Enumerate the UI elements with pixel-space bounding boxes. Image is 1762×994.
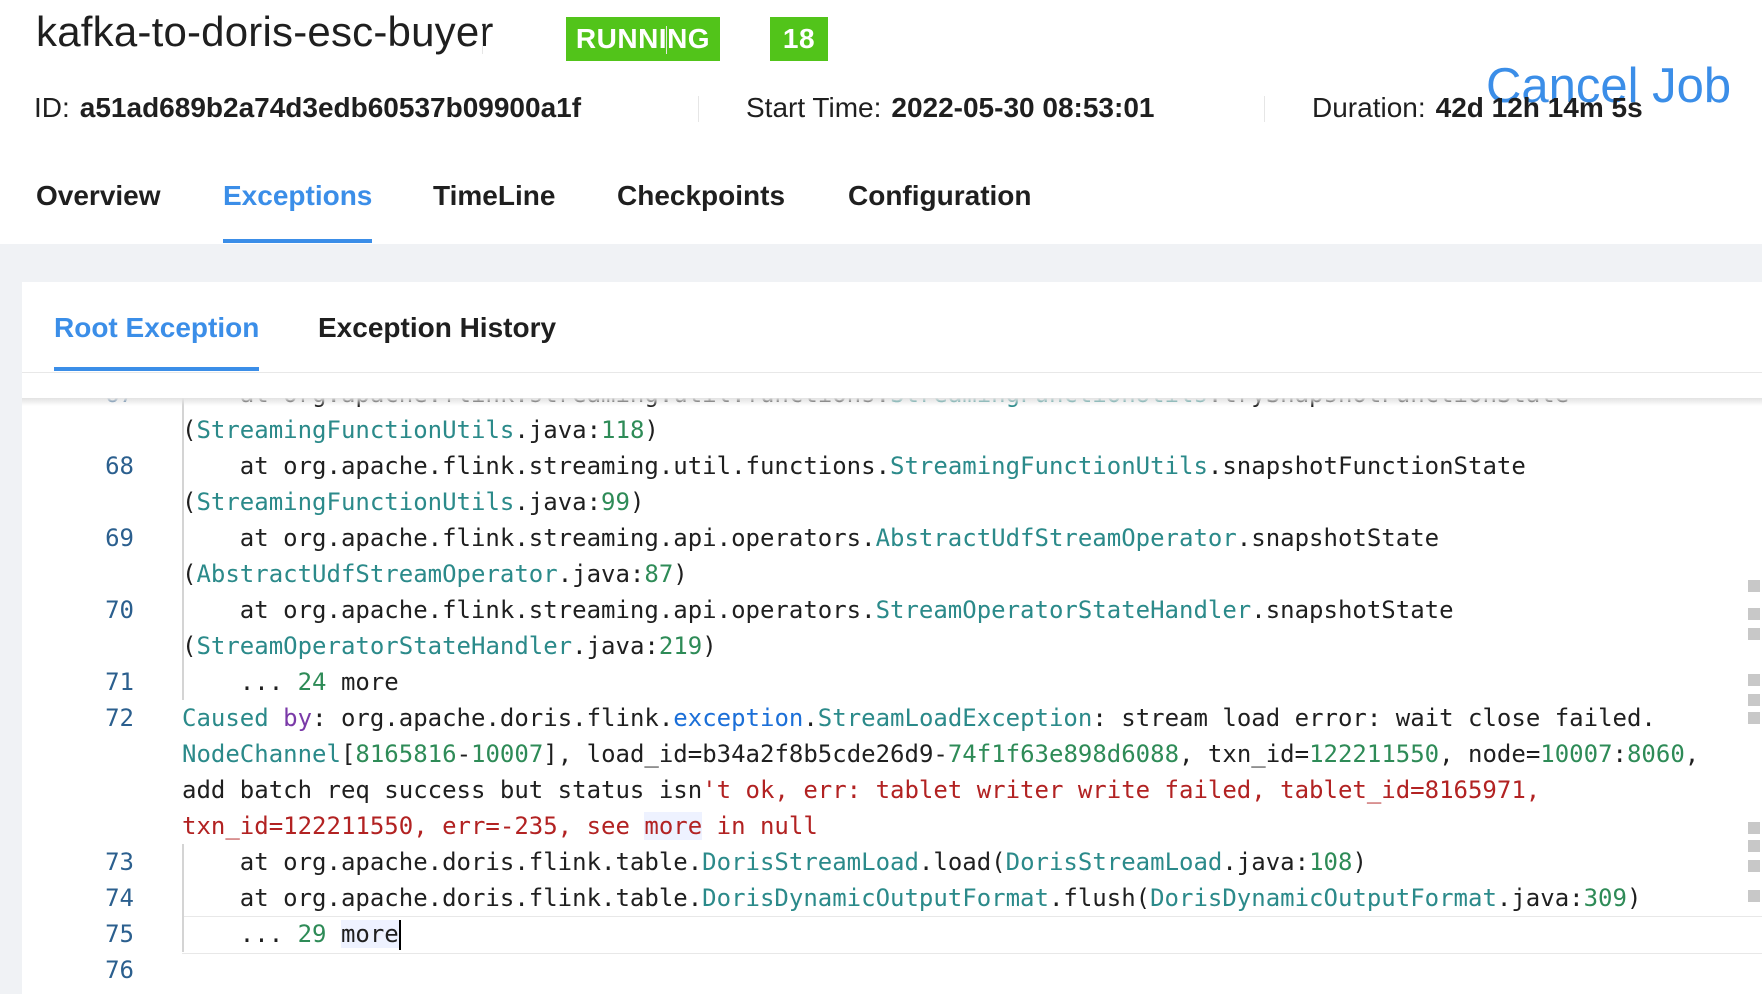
duration-label: Duration: [1312,92,1426,123]
line-number: 71 [105,668,134,696]
editor-scroll-shadow [22,398,1762,406]
tab-exceptions[interactable]: Exceptions [223,180,373,244]
line-number: 75 [105,920,134,948]
job-id: ID: a51ad689b2a74d3edb60537b09900a1f [34,92,581,124]
divider [1264,96,1265,122]
job-id-label: ID: [34,92,70,123]
line-number: 73 [105,848,134,876]
code-line: 68 at org.apache.flink.streaming.util.fu… [22,448,1762,520]
code-line: 72 Caused by: org.apache.doris.flink.exce… [22,700,1762,844]
code-text: ... 29 more [182,920,401,950]
tab-overview[interactable]: Overview [36,180,161,244]
code-line: 74 at org.apache.doris.flink.table.Doris… [22,880,1762,916]
text-cursor [398,920,401,950]
exceptions-card: Root Exception Exception History 67 at o… [22,282,1762,994]
code-text: at org.apache.doris.flink.table.DorisDyn… [182,884,1642,912]
code-text: add batch req success but status isn't o… [182,776,1541,804]
tab-configuration[interactable]: Configuration [848,180,1032,244]
code-line: 71 ... 24 more [22,664,1762,700]
code-line: 76 [22,952,1762,988]
code-line: 73 at org.apache.doris.flink.table.Doris… [22,844,1762,880]
tab-root-exception[interactable]: Root Exception [54,312,260,372]
code-text: at org.apache.flink.streaming.api.operat… [182,524,1440,552]
code-line: 75 ... 29 more [22,916,1762,954]
divider [666,26,667,54]
task-count-badge: 18 [770,17,828,61]
code-text: (StreamingFunctionUtils.java:118) [182,416,659,444]
code-text: Caused by: org.apache.doris.flink.except… [182,704,1656,732]
code-text: (StreamOperatorStateHandler.java:219) [182,632,717,660]
line-number: 74 [105,884,134,912]
code-line: 69 at org.apache.flink.streaming.api.ope… [22,520,1762,592]
code-text: at org.apache.flink.streaming.util.funct… [182,452,1526,480]
status-badge: RUNNING [566,17,720,61]
job-title: kafka-to-doris-esc-buyer [36,8,494,55]
start-time-label: Start Time: [746,92,882,123]
job-header: kafka-to-doris-esc-buyer RUNNING 18 Canc… [0,0,1762,244]
line-number: 72 [105,704,134,732]
line-number: 68 [105,452,134,480]
divider [698,96,699,122]
duration: Duration: 42d 12h 14m 5s [1312,92,1643,124]
tab-checkpoints[interactable]: Checkpoints [617,180,785,244]
code-text: txn_id=122211550, err=-235, see more in … [182,812,818,840]
code-text: (StreamingFunctionUtils.java:99) [182,488,645,516]
tab-exception-history[interactable]: Exception History [318,312,556,372]
start-time: Start Time: 2022-05-30 08:53:01 [746,92,1154,124]
code-text: ... 24 more [182,668,399,696]
divider [482,26,483,54]
line-number: 76 [105,956,134,984]
start-time-value: 2022-05-30 08:53:01 [891,92,1155,123]
code-text: at org.apache.flink.streaming.api.operat… [182,596,1454,624]
job-id-value: a51ad689b2a74d3edb60537b09900a1f [79,92,582,123]
duration-value: 42d 12h 14m 5s [1435,92,1643,123]
code-text: NodeChannel[8165816-10007], load_id=b34a… [182,740,1700,768]
line-number: 69 [105,524,134,552]
code-line: 70 at org.apache.flink.streaming.api.ope… [22,592,1762,664]
exception-subtabs: Root Exception Exception History [22,282,1762,373]
code-editor[interactable]: 67 at org.apache.flink.streaming.util.fu… [22,398,1762,994]
line-number: 70 [105,596,134,624]
active-line-highlight [182,916,1762,954]
code-text: (AbstractUdfStreamOperator.java:87) [182,560,688,588]
main-content: Root Exception Exception History 67 at o… [0,244,1762,994]
code-text: at org.apache.doris.flink.table.DorisStr… [182,848,1367,876]
tab-timeline[interactable]: TimeLine [433,180,555,244]
